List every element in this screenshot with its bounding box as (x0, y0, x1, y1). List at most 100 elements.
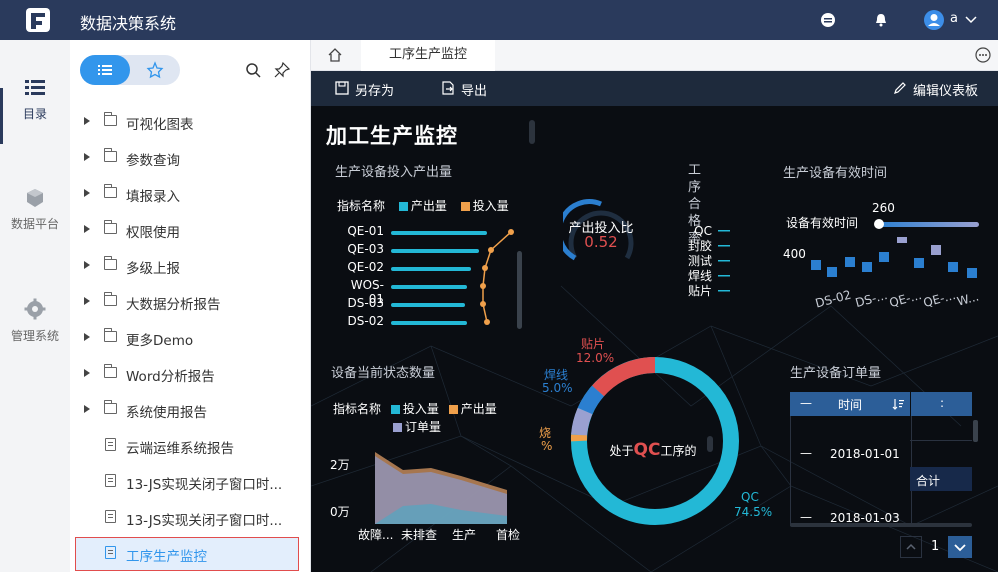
col-header-second: : (940, 396, 945, 410)
caret-right-icon (84, 369, 90, 377)
output-bar (391, 303, 465, 307)
col-divider (910, 392, 911, 416)
range-handle[interactable] (874, 219, 884, 229)
legend-swatch-output (398, 202, 408, 211)
folder-icon (104, 220, 117, 234)
row-collapse-icon[interactable]: — (800, 446, 812, 460)
effective-time-points (811, 237, 977, 278)
table-vertical-scrollbar[interactable] (973, 420, 978, 442)
tree-item-folder[interactable]: 参数查询 (70, 140, 310, 176)
tree-item-label: 多级上报 (126, 261, 180, 277)
legend-title: 指标名称 (337, 199, 386, 213)
caret-right-icon (84, 405, 90, 413)
caret-right-icon (84, 333, 90, 341)
home-icon[interactable] (327, 47, 343, 67)
gauge-value: 0.52 (584, 233, 618, 251)
edit-dashboard-button[interactable]: 编辑仪表板 (913, 80, 978, 99)
panel-effective-time-title: 生产设备有效时间 (783, 166, 888, 181)
tree-item-folder[interactable]: 多级上报 (70, 248, 310, 284)
tree-item-doc[interactable]: 13-JS实现关闭子窗口时... (70, 464, 310, 500)
page-next-button[interactable] (948, 536, 972, 558)
scroll-handle[interactable] (707, 436, 713, 452)
folder-icon (104, 184, 117, 198)
x-tick-label: DS-... (853, 288, 889, 310)
list-view-button[interactable] (80, 55, 130, 85)
top-bar: 数据决策系统 a (0, 0, 998, 40)
nav-item-management[interactable]: 管理系统 (0, 298, 70, 344)
document-icon (105, 438, 116, 451)
search-icon[interactable] (245, 62, 261, 82)
tree-item-folder[interactable]: 系统使用报告 (70, 392, 310, 428)
table-total-cell: 合计 (910, 467, 972, 491)
more-icon[interactable] (975, 47, 991, 67)
caret-right-icon (84, 117, 90, 125)
nav-item-directory[interactable]: 目录 (0, 78, 70, 122)
nav-label-directory: 目录 (22, 107, 47, 121)
pass-rate-labels: QC 封胶 测试 焊线 贴片 (682, 224, 712, 299)
tree-item-doc[interactable]: 13-JS实现关闭子窗口时... (70, 500, 310, 536)
orders-table-header: — 时间 : (790, 392, 972, 416)
tree-item-doc[interactable]: 云端运维系统报告 (70, 428, 310, 464)
pass-rate-marks (718, 230, 730, 292)
effective-time-label: 设备有效时间 (786, 216, 859, 230)
collapse-icon[interactable] (820, 12, 836, 32)
scroll-handle[interactable] (529, 120, 535, 144)
panel-scrollbar[interactable] (517, 251, 522, 329)
x-tick-label: 故障... (358, 528, 394, 542)
tree-item-folder[interactable]: 可视化图表 (70, 104, 310, 140)
donut-center-prefix: 处于 (609, 444, 634, 458)
page-number: 1 (931, 539, 940, 554)
collapse-all-icon[interactable]: — (800, 396, 812, 410)
row-collapse-icon[interactable]: — (800, 510, 812, 524)
tree-item-folder[interactable]: Word分析报告 (70, 356, 310, 392)
sort-icon[interactable] (892, 398, 904, 414)
favorites-button[interactable] (130, 55, 180, 85)
donut-pct-qc: 74.5% (734, 505, 773, 519)
legend-output: 产出量 (460, 402, 497, 416)
donut-pct-patch: 12.0% (576, 351, 615, 365)
chevron-down-icon[interactable] (964, 12, 978, 30)
dashboard-canvas: 加工生产监控 生产设备投入产出量 指标名称 产出量 投入量 QE-01 QE-0… (311, 106, 998, 572)
gear-icon (24, 298, 46, 323)
folder-icon (104, 148, 117, 162)
donut-center-code: QC (633, 440, 661, 460)
donut-pct-bake: % (541, 439, 553, 453)
input-line (480, 229, 514, 325)
nav-item-data-platform[interactable]: 数据平台 (0, 188, 70, 232)
tree-item-folder[interactable]: 更多Demo (70, 320, 310, 356)
row-label: QE-02 (347, 260, 384, 274)
pencil-icon (893, 81, 907, 99)
avatar[interactable] (923, 9, 945, 35)
tree-item-folder[interactable]: 填报录入 (70, 176, 310, 212)
left-nav: 目录 数据平台 管理系统 (0, 40, 71, 572)
legend-swatch-output (448, 405, 458, 414)
caret-right-icon (84, 261, 90, 269)
tree-item-label: 参数查询 (126, 153, 180, 169)
legend-swatch-order (393, 423, 402, 432)
tree-item-label: 工序生产监控 (126, 549, 207, 565)
tree-item-doc-selected[interactable]: 工序生产监控 (70, 536, 310, 572)
output-bar (391, 285, 467, 289)
nav-label-management: 管理系统 (10, 329, 59, 343)
document-icon (105, 510, 116, 523)
table-horizontal-scrollbar[interactable] (790, 523, 972, 527)
tab-process-monitor[interactable]: 工序生产监控 (361, 40, 495, 71)
tree-item-label: 可视化图表 (126, 117, 194, 133)
tree-item-folder[interactable]: 大数据分析报告 (70, 284, 310, 320)
effective-time-left-value: 400 (783, 247, 806, 261)
output-bar (391, 267, 471, 271)
tree-item-label: 系统使用报告 (126, 405, 207, 421)
tree-item-folder[interactable]: 权限使用 (70, 212, 310, 248)
table-cell-date: 2018-01-01 (830, 447, 900, 461)
star-icon (146, 61, 164, 79)
page-prev-button[interactable] (900, 536, 922, 558)
export-button[interactable]: 导出 (461, 80, 487, 99)
row-label: DS-02 (347, 314, 384, 328)
pin-icon[interactable] (274, 61, 291, 82)
bell-icon[interactable] (873, 12, 889, 32)
row-label: QE-03 (347, 242, 384, 256)
panel-io-legend: 指标名称 产出量 投入量 (337, 197, 509, 214)
user-name[interactable]: a (950, 11, 958, 26)
col-header-time[interactable]: 时间 (838, 396, 862, 413)
save-as-button[interactable]: 另存为 (355, 80, 394, 99)
